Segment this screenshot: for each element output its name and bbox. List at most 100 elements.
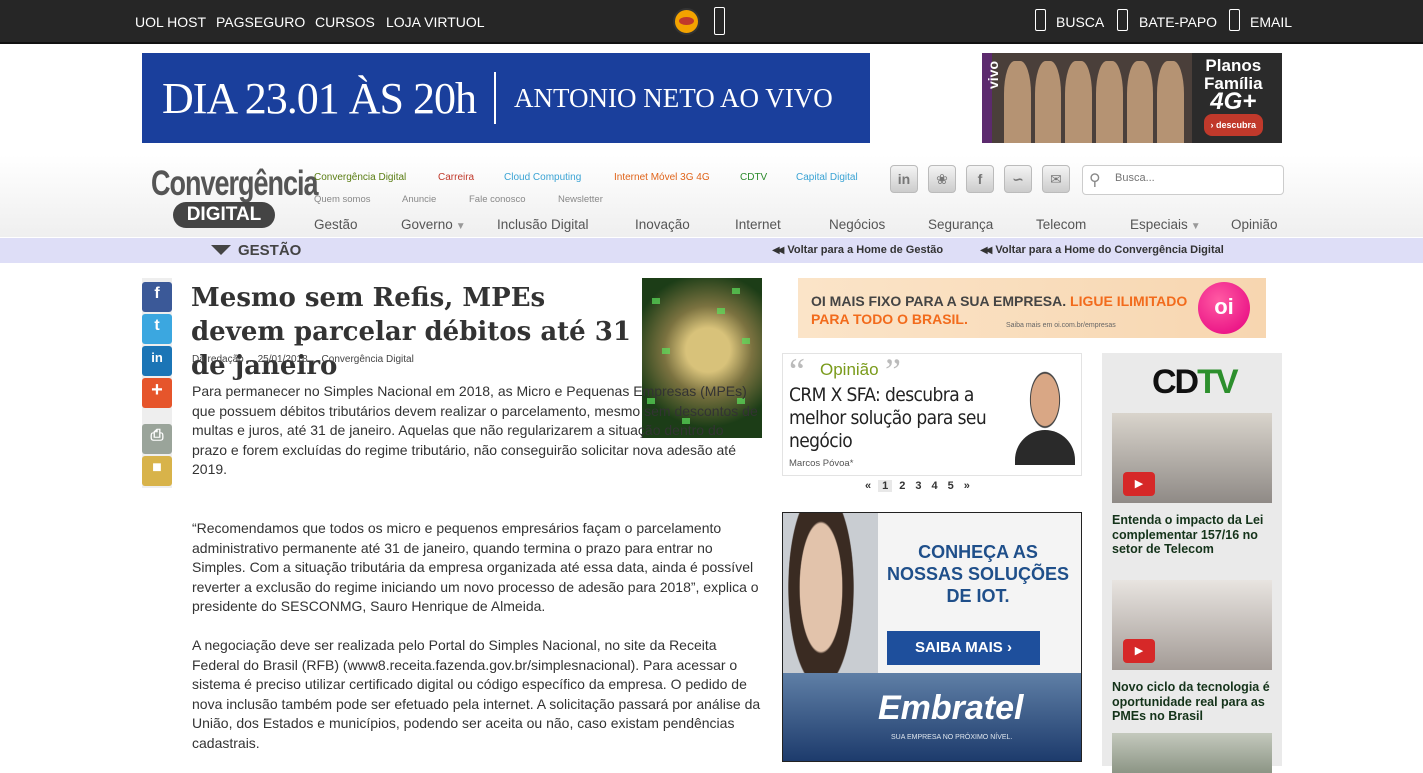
oi-banner-ad[interactable]: OI MAIS FIXO PARA A SUA EMPRESA. LIGUE I… [798,278,1266,338]
vivo-offer-line1: Planos [1205,56,1262,75]
twitter-share-icon[interactable]: t [142,314,172,344]
topbar-link-pagseguro[interactable]: PAGSEGURO [216,14,305,30]
email-icon [1229,9,1240,31]
vivo-logo: vivo [985,61,1001,90]
site-link-internet-movel[interactable]: Internet Móvel 3G 4G [614,172,710,183]
search-icon: ⚲ [1089,172,1101,189]
search-input[interactable] [1115,172,1275,184]
site-link-convergencia-digital[interactable]: Convergência Digital [314,172,406,183]
opinion-title[interactable]: CRM X SFA: descubra a melhor solução par… [789,384,989,453]
oi-small-text: Saiba mais em oi.com.br/empresas [1006,322,1116,329]
print-icon[interactable]: ⎙ [142,424,172,454]
site-link-cdtv[interactable]: CDTV [740,172,767,183]
more-share-icon[interactable]: + [142,378,172,408]
cdtv-logo[interactable]: CDTV [1152,363,1239,402]
site-link-cloud-computing[interactable]: Cloud Computing [504,172,581,183]
nav-governo-label: Governo [401,217,453,232]
back-to-site-label: Voltar para a Home do Convergência Digit… [995,244,1224,256]
linkedin-icon[interactable]: in [890,165,918,193]
cdtv-widget: CDTV ▶ Entenda o impacto da Lei compleme… [1102,353,1282,773]
facebook-icon[interactable]: f [966,165,994,193]
sublink-anuncie[interactable]: Anuncie [402,194,436,205]
search-box[interactable]: ⚲ [1082,165,1284,195]
video-thumbnail[interactable]: ▶ [1112,580,1272,670]
sublink-quem-somos[interactable]: Quem somos [314,194,371,205]
event-banner-title: ANTONIO NETO AO VIVO [514,82,833,113]
vivo-banner-ad[interactable]: vivo Planos Família 4G+ › descubra [982,53,1282,143]
embratel-headline: CONHEÇA AS NOSSAS SOLUÇÕES DE IOT. [886,542,1070,606]
embratel-cta-button[interactable]: SAIBA MAIS › [887,631,1040,665]
video-thumbnail[interactable] [1112,733,1272,773]
twitter-icon[interactable]: ❀ [928,165,956,193]
section-title: GESTÃO [238,242,302,259]
nav-inovacao[interactable]: Inovação [635,217,690,232]
pager-page-2[interactable]: 2 [899,480,905,492]
vivo-offer-line3: 4G+ [1210,88,1257,115]
topbar-link-email[interactable]: EMAIL [1250,14,1292,30]
event-banner-ad[interactable]: DIA 23.01 ÀS 20h ANTONIO NETO AO VIVO [142,53,870,143]
uol-logo-icon[interactable] [673,8,700,35]
chat-icon [1117,9,1128,31]
search-icon [1035,9,1046,31]
pager-page-5[interactable]: 5 [948,480,954,492]
sublink-fale-conosco[interactable]: Fale conosco [469,194,526,205]
nav-inclusao-digital[interactable]: Inclusão Digital [497,217,589,232]
folder-icon[interactable]: ■ [142,456,172,486]
embratel-banner-ad[interactable]: CONHEÇA AS NOSSAS SOLUÇÕES DE IOT. SAIBA… [782,512,1082,762]
pager-prev[interactable]: « [865,480,871,492]
opinion-pager: « 1 2 3 4 5 » [860,480,975,492]
topbar-link-cursos[interactable]: CURSOS [315,14,375,30]
video-caption[interactable]: Novo ciclo da tecnologia é oportunidade … [1112,680,1272,724]
opinion-author: Marcos Póvoa* [789,458,854,469]
nav-governo[interactable]: Governo ▼ [401,217,466,232]
event-banner-divider [494,72,497,124]
opinion-label: Opinião [820,360,879,379]
menu-icon[interactable] [714,7,725,35]
top-bar: UOL HOST PAGSEGURO CURSOS LOJA VIRTUOL B… [0,0,1423,44]
chevron-down-icon: ▼ [1190,221,1201,232]
nav-opiniao[interactable]: Opinião [1231,217,1278,232]
pager-page-1[interactable]: 1 [878,480,893,492]
double-arrow-left-icon: ◀◀ [772,245,785,256]
linkedin-share-icon[interactable]: in [142,346,172,376]
author-photo [1010,360,1080,465]
back-to-section-link[interactable]: ◀◀ Voltar para a Home de Gestão [772,244,943,256]
play-icon[interactable]: ▶ [1123,472,1155,496]
topbar-link-loja-virtuol[interactable]: LOJA VIRTUOL [386,14,485,30]
video-caption[interactable]: Entenda o impacto da Lei complementar 15… [1112,513,1272,557]
mail-icon[interactable]: ✉ [1042,165,1070,193]
nav-negocios[interactable]: Negócios [829,217,885,232]
embratel-tagline: SUA EMPRESA NO PRÓXIMO NÍVEL. [891,734,1013,741]
double-arrow-left-icon: ◀◀ [980,245,993,256]
topbar-link-uol-host[interactable]: UOL HOST [135,14,206,30]
nav-especiais[interactable]: Especiais ▼ [1130,217,1201,232]
event-banner-date: DIA 23.01 ÀS 20h [162,73,477,123]
pager-page-4[interactable]: 4 [932,480,938,492]
article-paragraph: “Recomendamos que todos os micro e peque… [192,520,759,615]
video-thumbnail[interactable]: ▶ [1112,413,1272,503]
back-to-section-label: Voltar para a Home de Gestão [787,244,944,256]
site-link-carreira[interactable]: Carreira [438,172,474,183]
topbar-link-bate-papo[interactable]: BATE-PAPO [1139,14,1217,30]
logo-text: Convergência [151,164,319,203]
nav-internet[interactable]: Internet [735,217,781,232]
facebook-share-icon[interactable]: f [142,282,172,312]
nav-seguranca[interactable]: Segurança [928,217,993,232]
nav-especiais-label: Especiais [1130,217,1188,232]
article-meta: Da redação ... 25/01/2018 ... Convergênc… [192,354,414,365]
vivo-cta-button[interactable]: › descubra [1204,114,1263,136]
pager-page-3[interactable]: 3 [915,480,921,492]
site-logo[interactable]: Convergência DIGITAL [151,164,319,230]
play-icon[interactable]: ▶ [1123,639,1155,663]
nav-telecom[interactable]: Telecom [1036,217,1086,232]
rss-icon[interactable]: ∽ [1004,165,1032,193]
back-to-site-link[interactable]: ◀◀ Voltar para a Home do Convergência Dig… [980,244,1224,256]
topbar-link-busca[interactable]: BUSCA [1056,14,1104,30]
site-link-capital-digital[interactable]: Capital Digital [796,172,858,183]
nav-gestao[interactable]: Gestão [314,217,358,232]
article-paragraph: A negociação deve ser realizada pelo Por… [192,637,761,751]
pager-next[interactable]: » [964,480,970,492]
vivo-people-image [1004,61,1185,143]
opinion-box[interactable]: “ Opinião ” CRM X SFA: descubra a melhor… [782,351,1082,476]
sublink-newsletter[interactable]: Newsletter [558,194,603,205]
